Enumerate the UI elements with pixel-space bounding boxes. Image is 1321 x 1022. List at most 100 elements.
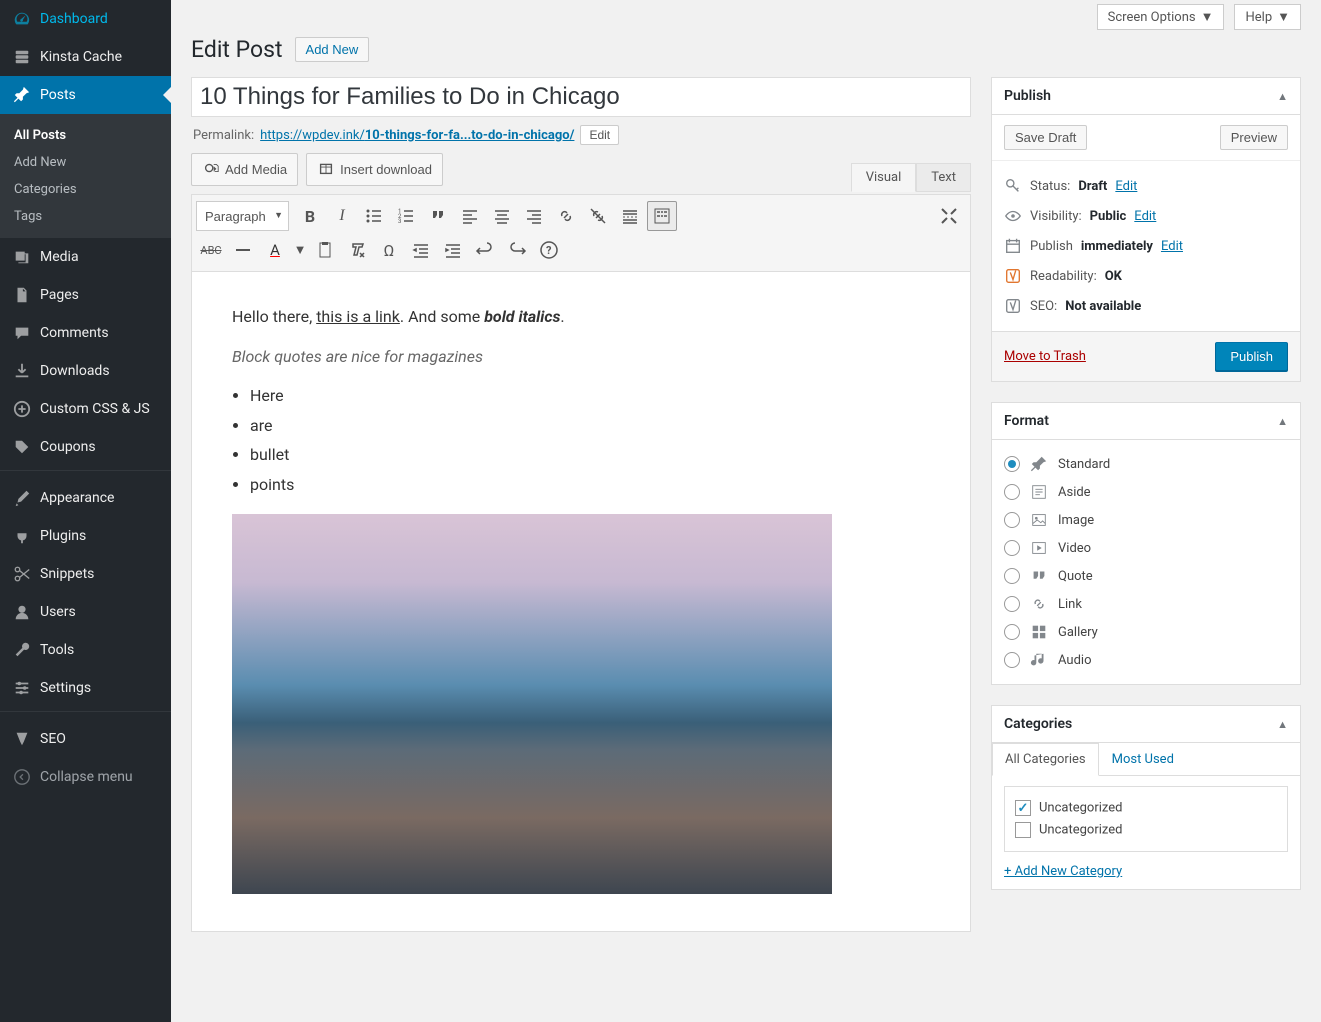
categories-tab-most[interactable]: Most Used [1099, 743, 1187, 776]
sidebar-item-coupons[interactable]: Coupons [0, 428, 171, 466]
categories-tab-all[interactable]: All Categories [992, 743, 1099, 776]
download-icon [12, 361, 32, 381]
brush-icon [12, 488, 32, 508]
sidebar-item-tools[interactable]: Tools [0, 631, 171, 669]
format-radio-audio[interactable] [1004, 652, 1020, 668]
sidebar-item-seo[interactable]: SEO [0, 720, 171, 758]
clear-formatting-button[interactable] [342, 235, 372, 265]
edit-status-link[interactable]: Edit [1115, 179, 1137, 194]
sidebar-item-settings[interactable]: Settings [0, 669, 171, 707]
link-button[interactable] [551, 201, 581, 231]
publish-title: Publish [1004, 88, 1051, 104]
format-radio-link[interactable] [1004, 596, 1020, 612]
sidebar-item-appearance[interactable]: Appearance [0, 479, 171, 517]
sidebar-item-collapse[interactable]: Collapse menu [0, 758, 171, 796]
panel-toggle-icon[interactable]: ▲ [1277, 718, 1288, 731]
content-image[interactable] [232, 514, 832, 894]
paste-text-button[interactable] [310, 235, 340, 265]
italic-button[interactable]: I [327, 201, 357, 231]
category-checkbox[interactable] [1015, 822, 1031, 838]
add-new-button[interactable]: Add New [295, 37, 370, 62]
edit-visibility-link[interactable]: Edit [1134, 209, 1156, 224]
blockquote-button[interactable] [423, 201, 453, 231]
sidebar-item-media[interactable]: Media [0, 238, 171, 276]
panel-toggle-icon[interactable]: ▲ [1277, 415, 1288, 428]
sidebar-item-posts[interactable]: Posts [0, 76, 171, 114]
sidebar-item-snippets[interactable]: Snippets [0, 555, 171, 593]
sidebar-label: Dashboard [40, 11, 108, 27]
special-char-button[interactable]: Ω [374, 235, 404, 265]
submenu-all-posts[interactable]: All Posts [0, 122, 171, 149]
format-radio-standard[interactable] [1004, 456, 1020, 472]
sidebar-item-downloads[interactable]: Downloads [0, 352, 171, 390]
distraction-free-button[interactable] [934, 201, 964, 231]
textcolor-chevron-icon[interactable]: ▼ [292, 235, 308, 265]
numbered-list-button[interactable]: 123 [391, 201, 421, 231]
panel-toggle-icon[interactable]: ▲ [1277, 90, 1288, 103]
sidebar-label: Appearance [40, 490, 114, 506]
post-title-input[interactable] [191, 77, 971, 117]
move-to-trash-link[interactable]: Move to Trash [1004, 349, 1086, 364]
sidebar-item-css[interactable]: Custom CSS & JS [0, 390, 171, 428]
format-select[interactable]: Paragraph [196, 201, 289, 231]
toolbar-toggle-button[interactable] [647, 201, 677, 231]
admin-sidebar: Dashboard Kinsta Cache Posts All Posts A… [0, 0, 171, 1022]
permalink-link[interactable]: https://wpdev.ink/10-things-for-fa...to-… [260, 128, 574, 143]
readmore-button[interactable] [615, 201, 645, 231]
list-item: are [250, 413, 930, 439]
sidebar-item-users[interactable]: Users [0, 593, 171, 631]
submenu-categories[interactable]: Categories [0, 176, 171, 203]
preview-button[interactable]: Preview [1220, 125, 1288, 150]
sidebar-label: Users [40, 604, 76, 620]
content-link[interactable]: this is a link [316, 307, 400, 326]
list-item: points [250, 472, 930, 498]
svg-text:3: 3 [398, 218, 401, 225]
help-button[interactable]: Help ▼ [1234, 4, 1301, 30]
text-tab[interactable]: Text [916, 163, 971, 192]
bullet-list-button[interactable] [359, 201, 389, 231]
sidebar-item-plugins[interactable]: Plugins [0, 517, 171, 555]
screen-options-button[interactable]: Screen Options ▼ [1097, 4, 1225, 30]
align-center-button[interactable] [487, 201, 517, 231]
hr-button[interactable] [228, 235, 258, 265]
submenu-tags[interactable]: Tags [0, 203, 171, 230]
permalink-edit-button[interactable]: Edit [580, 125, 619, 145]
sidebar-label: Media [40, 249, 79, 265]
keyboard-help-button[interactable]: ? [534, 235, 564, 265]
format-radio-gallery[interactable] [1004, 624, 1020, 640]
save-draft-button[interactable]: Save Draft [1004, 125, 1087, 150]
sidebar-item-pages[interactable]: Pages [0, 276, 171, 314]
sidebar-item-comments[interactable]: Comments [0, 314, 171, 352]
sidebar-item-dashboard[interactable]: Dashboard [0, 0, 171, 38]
category-checkbox[interactable] [1015, 800, 1031, 816]
strikethrough-button[interactable]: ABC [196, 235, 226, 265]
publish-button[interactable]: Publish [1215, 342, 1288, 371]
format-radio-aside[interactable] [1004, 484, 1020, 500]
format-radio-quote[interactable] [1004, 568, 1020, 584]
sidebar-label: Coupons [40, 439, 96, 455]
outdent-button[interactable] [406, 235, 436, 265]
add-category-link[interactable]: + Add New Category [1004, 864, 1122, 879]
audio-icon [1030, 651, 1048, 669]
sidebar-item-kinsta[interactable]: Kinsta Cache [0, 38, 171, 76]
redo-button[interactable] [502, 235, 532, 265]
indent-button[interactable] [438, 235, 468, 265]
list-item: bullet [250, 442, 930, 468]
scissors-icon [12, 564, 32, 584]
unlink-button[interactable] [583, 201, 613, 231]
edit-schedule-link[interactable]: Edit [1161, 239, 1183, 254]
visual-tab[interactable]: Visual [851, 163, 917, 192]
collapse-icon [12, 767, 32, 787]
editor-content[interactable]: Hello there, this is a link. And some bo… [191, 272, 971, 932]
format-radio-image[interactable] [1004, 512, 1020, 528]
bold-button[interactable]: B [295, 201, 325, 231]
add-media-button[interactable]: Add Media [191, 153, 298, 186]
submenu-add-new[interactable]: Add New [0, 149, 171, 176]
insert-download-button[interactable]: Insert download [306, 153, 443, 186]
align-left-button[interactable] [455, 201, 485, 231]
format-radio-video[interactable] [1004, 540, 1020, 556]
align-right-button[interactable] [519, 201, 549, 231]
textcolor-button[interactable]: A [260, 235, 290, 265]
image-icon [1030, 511, 1048, 529]
undo-button[interactable] [470, 235, 500, 265]
